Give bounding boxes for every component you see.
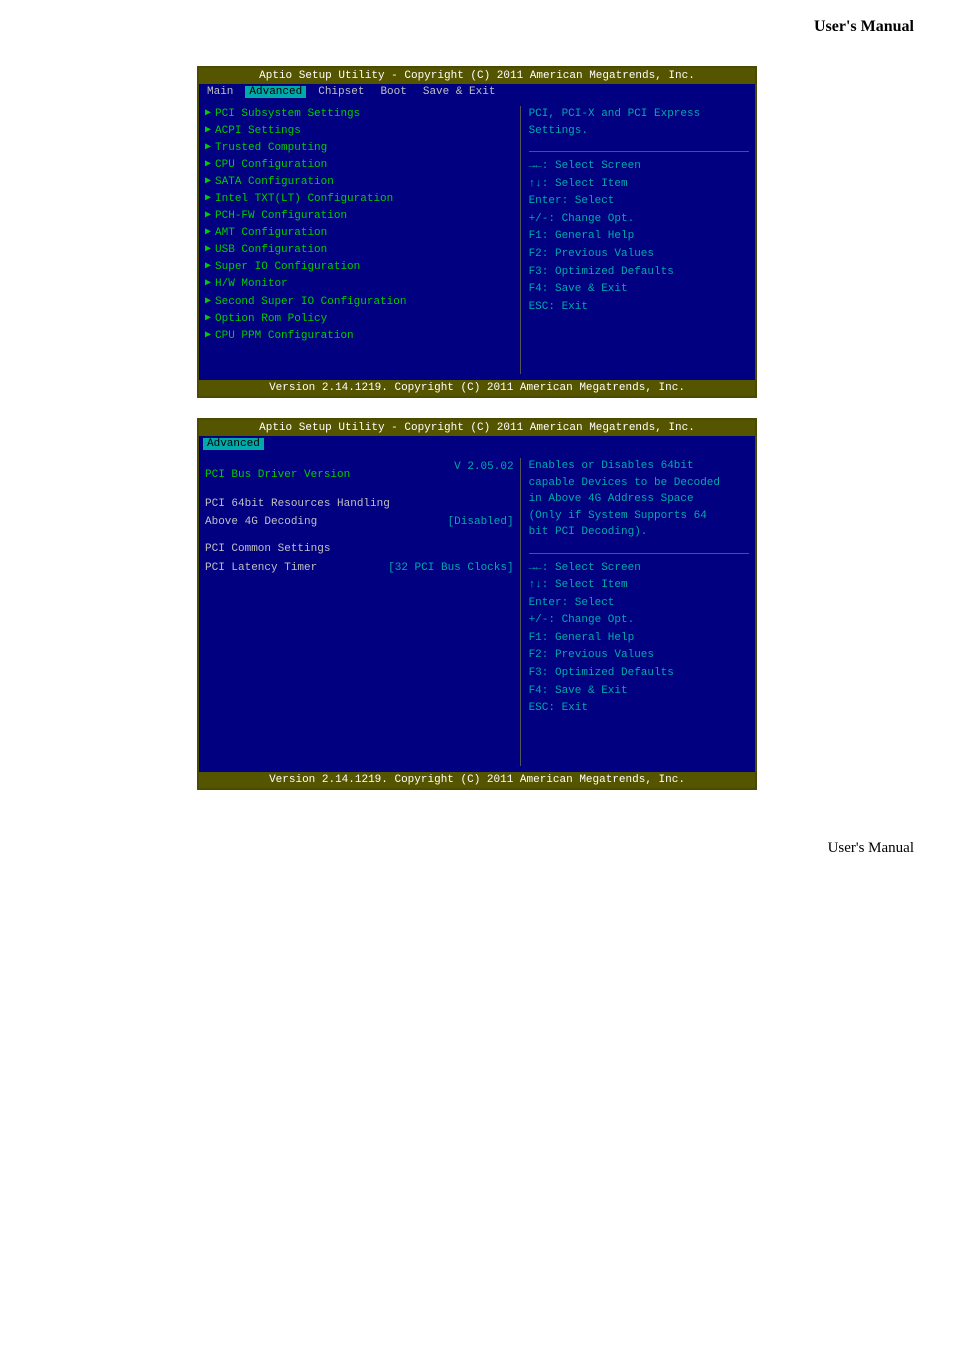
bios-screenshot-1: Aptio Setup Utility - Copyright (C) 2011… bbox=[197, 66, 757, 398]
list-item[interactable]: ▶Intel TXT(LT) Configuration bbox=[205, 191, 514, 208]
list-item[interactable]: ▶USB Configuration bbox=[205, 242, 514, 259]
page-footer: User's Manual bbox=[0, 810, 954, 867]
bios-description-1: PCI, PCI-X and PCI ExpressSettings. bbox=[529, 106, 749, 139]
list-item[interactable]: ▶PCI Subsystem Settings bbox=[205, 106, 514, 123]
bios-menu-entries-1: ▶PCI Subsystem Settings ▶ACPI Settings ▶… bbox=[205, 106, 514, 374]
setting-section-common: PCI Common Settings bbox=[205, 540, 514, 559]
bios-right-panel-1: PCI, PCI-X and PCI ExpressSettings. →←: … bbox=[520, 106, 749, 374]
setting-section-label: PCI 64bit Resources Handling bbox=[205, 495, 514, 514]
setting-row-bus-driver: PCI Bus Driver Version V 2.05.02 bbox=[205, 458, 514, 485]
list-item[interactable]: ▶AMT Configuration bbox=[205, 225, 514, 242]
menu-advanced[interactable]: Advanced bbox=[245, 86, 306, 98]
bios-menu-bar-1: Main Advanced Chipset Boot Save & Exit bbox=[199, 84, 755, 100]
list-item[interactable]: ▶CPU Configuration bbox=[205, 157, 514, 174]
list-item[interactable]: ▶PCH-FW Configuration bbox=[205, 208, 514, 225]
menu-chipset[interactable]: Chipset bbox=[314, 86, 368, 98]
bios-right-panel-2: Enables or Disables 64bitcapable Devices… bbox=[520, 458, 749, 766]
setting-row-latency[interactable]: PCI Latency Timer [32 PCI Bus Clocks] bbox=[205, 559, 514, 578]
menu-main[interactable]: Main bbox=[203, 86, 237, 98]
list-item[interactable]: ▶Trusted Computing bbox=[205, 140, 514, 157]
page-header: User's Manual bbox=[0, 0, 954, 46]
bios-settings-panel: PCI Bus Driver Version V 2.05.02 PCI 64b… bbox=[205, 458, 514, 766]
list-item[interactable]: ▶Second Super IO Configuration bbox=[205, 294, 514, 311]
bios-footer-1: Version 2.14.1219. Copyright (C) 2011 Am… bbox=[199, 380, 755, 396]
bios-title-bar-2: Aptio Setup Utility - Copyright (C) 2011… bbox=[199, 420, 755, 436]
list-item[interactable]: ▶Option Rom Policy bbox=[205, 311, 514, 328]
bios-body-2: PCI Bus Driver Version V 2.05.02 PCI 64b… bbox=[199, 452, 755, 772]
footer-title: User's Manual bbox=[828, 840, 914, 856]
list-item[interactable]: ▶H/W Monitor bbox=[205, 276, 514, 293]
bios-title-bar-1: Aptio Setup Utility - Copyright (C) 2011… bbox=[199, 68, 755, 84]
bios-screenshot-2: Aptio Setup Utility - Copyright (C) 2011… bbox=[197, 418, 757, 790]
list-item[interactable]: ▶CPU PPM Configuration bbox=[205, 328, 514, 345]
bios-footer-2: Version 2.14.1219. Copyright (C) 2011 Am… bbox=[199, 772, 755, 788]
header-title: User's Manual bbox=[814, 18, 914, 35]
bios-body-1: ▶PCI Subsystem Settings ▶ACPI Settings ▶… bbox=[199, 100, 755, 380]
bios-description-2: Enables or Disables 64bitcapable Devices… bbox=[529, 458, 749, 541]
menu-advanced-2[interactable]: Advanced bbox=[203, 438, 264, 450]
list-item[interactable]: ▶SATA Configuration bbox=[205, 174, 514, 191]
menu-save-exit[interactable]: Save & Exit bbox=[419, 86, 500, 98]
setting-row-above4g[interactable]: Above 4G Decoding [Disabled] bbox=[205, 513, 514, 532]
menu-boot[interactable]: Boot bbox=[376, 86, 410, 98]
list-item[interactable]: ▶Super IO Configuration bbox=[205, 259, 514, 276]
bios-keys-1: →←: Select Screen ↑↓: Select Item Enter:… bbox=[529, 151, 749, 316]
list-item[interactable]: ▶ACPI Settings bbox=[205, 123, 514, 140]
bios-keys-2: →←: Select Screen ↑↓: Select Item Enter:… bbox=[529, 553, 749, 718]
bios-menu-bar-2: Advanced bbox=[199, 436, 755, 452]
